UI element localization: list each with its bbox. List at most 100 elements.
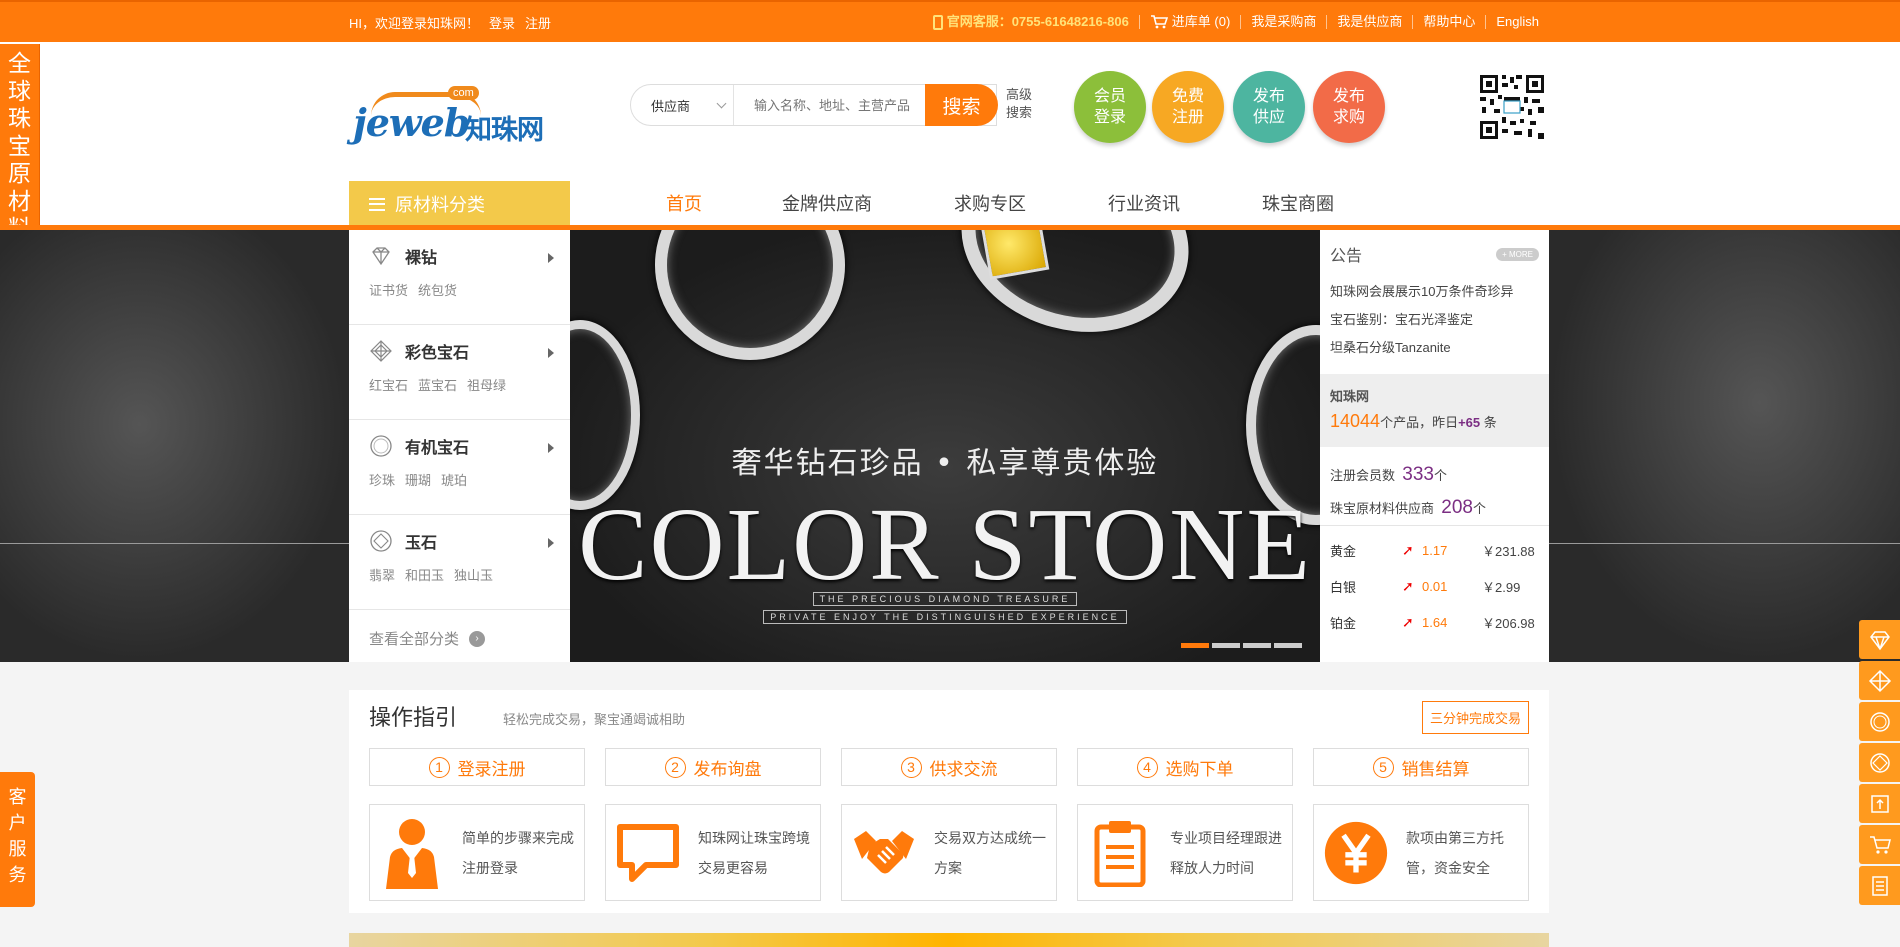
category-sub[interactable]: 蓝宝石 xyxy=(418,375,457,394)
category-title: 彩色宝石 xyxy=(405,345,470,362)
step-card: 专业项目经理跟进释放人力时间 xyxy=(1077,804,1293,901)
step-tab[interactable]: 2 发布询盘 xyxy=(605,748,821,786)
category-sub[interactable]: 珍珠 xyxy=(369,470,395,489)
free-register-button[interactable]: 免费 注册 xyxy=(1152,71,1224,143)
member-login-button[interactable]: 会员 登录 xyxy=(1074,71,1146,143)
category-sub[interactable]: 红宝石 xyxy=(369,375,408,394)
chevron-right-icon xyxy=(548,538,554,548)
slider-pagination xyxy=(1181,643,1302,648)
category-title: 有机宝石 xyxy=(405,440,470,457)
three-minute-button[interactable]: 三分钟完成交易 xyxy=(1421,701,1529,734)
category-item[interactable]: 有机宝石 珍珠 珊瑚 琥珀 xyxy=(349,420,570,515)
category-sub[interactable]: 珊瑚 xyxy=(405,470,431,489)
buyer-link[interactable]: 我是采购商 xyxy=(1251,15,1316,29)
more-button[interactable]: + MORE xyxy=(1496,247,1539,261)
publish-supply-button[interactable]: 发布 供应 xyxy=(1233,71,1305,143)
toolbar-jade-button[interactable] xyxy=(1859,743,1900,782)
step-tab[interactable]: 4 选购下单 xyxy=(1077,748,1293,786)
help-link[interactable]: 帮助中心 xyxy=(1423,15,1475,29)
search-bar: 供应商 搜索 xyxy=(630,84,998,126)
nav-news[interactable]: 行业资讯 xyxy=(1108,181,1180,225)
main-nav: 首页 金牌供应商 求购专区 行业资讯 珠宝商圈 xyxy=(570,181,1334,225)
advanced-search-label-2: 搜索 xyxy=(1006,105,1033,120)
toolbar-list-button[interactable] xyxy=(1859,866,1900,905)
product-stats: 知珠网 14044个产品，昨日+65 条 xyxy=(1320,374,1549,447)
nav-home[interactable]: 首页 xyxy=(666,181,702,225)
step-number: 2 xyxy=(664,756,686,778)
category-sub[interactable]: 独山玉 xyxy=(454,565,493,584)
pearl-icon xyxy=(1869,711,1890,732)
cart-link[interactable]: 进库单 (0) xyxy=(1138,14,1241,29)
operation-guide: 操作指引 轻松完成交易，聚宝通竭诚相助 三分钟完成交易 1 登录注册 2 发布询盘 … xyxy=(349,690,1549,913)
cart-label: 进库单 (0) xyxy=(1171,14,1231,29)
step-number: 4 xyxy=(1136,756,1158,778)
view-all-categories-link[interactable]: 查看全部分类 › xyxy=(349,610,570,649)
advanced-search-label-1: 高级 xyxy=(1006,87,1033,102)
toolbar-diamond-button[interactable] xyxy=(1859,620,1900,659)
phone-icon xyxy=(932,14,943,30)
category-sub[interactable]: 和田玉 xyxy=(405,565,444,584)
nav-purchase[interactable]: 求购专区 xyxy=(954,181,1026,225)
member-counts: 注册会员数 333个 珠宝原材料供应商 208个 xyxy=(1320,447,1549,526)
toolbar-box-button[interactable] xyxy=(1859,784,1900,823)
site-logo[interactable]: com jeweb 知珠网 xyxy=(353,86,548,145)
announcement-item[interactable]: 宝石鉴别：宝石光泽鉴定 xyxy=(1330,306,1539,334)
toolbar-cart-button[interactable] xyxy=(1859,825,1900,864)
search-scope-select[interactable]: 供应商 xyxy=(631,85,734,125)
product-count: 14044 xyxy=(1330,411,1381,431)
category-sub[interactable]: 琥珀 xyxy=(441,470,467,489)
product-increase-unit: 条 xyxy=(1483,415,1497,430)
announcement-title: 公告 xyxy=(1330,248,1363,265)
english-link[interactable]: English xyxy=(1496,15,1539,29)
slider-subline-2: PRIVATE ENJOY THE DISTINGUISHED EXPERIEN… xyxy=(763,610,1127,624)
category-menu: 裸钻 证书货 统包货 彩色宝石 红宝石 蓝宝石 祖母绿 有机宝石 珍珠 珊瑚 琥… xyxy=(349,230,570,662)
category-sub[interactable]: 翡翠 xyxy=(369,565,395,584)
category-item[interactable]: 裸钻 证书货 统包货 xyxy=(349,230,570,325)
menu-icon xyxy=(369,197,385,211)
slider-dot[interactable] xyxy=(1181,643,1209,648)
info-panel: 公告 + MORE 知珠网会展展示10万条件奇珍异 宝石鉴别：宝石光泽鉴定 坦桑… xyxy=(1320,230,1549,662)
step-tab[interactable]: 5 销售结算 xyxy=(1313,748,1529,786)
toolbar-gem-button[interactable] xyxy=(1859,661,1900,700)
step-tab[interactable]: 1 登录注册 xyxy=(369,748,585,786)
customer-service-tab[interactable]: 客户服务 xyxy=(0,772,35,907)
category-menu-label: 原材料分类 xyxy=(395,195,485,215)
category-sub[interactable]: 证书货 xyxy=(369,280,408,299)
category-sub[interactable]: 统包货 xyxy=(418,280,457,299)
publish-supply-label-1: 发布 xyxy=(1252,88,1285,105)
yen-icon xyxy=(1324,821,1388,884)
hero-slider[interactable]: 奢华钻石珍品 • 私享尊贵体验 COLOR STONE THE PRECIOUS… xyxy=(570,230,1320,662)
nav-gold-suppliers[interactable]: 金牌供应商 xyxy=(782,181,872,225)
metal-name: 黄金 xyxy=(1330,543,1357,559)
search-input[interactable] xyxy=(734,86,934,124)
register-link[interactable]: 注册 xyxy=(525,13,551,32)
slider-dot[interactable] xyxy=(1274,643,1302,648)
product-unit: 个产品，昨日 xyxy=(1380,415,1459,430)
step-label: 销售结算 xyxy=(1401,759,1470,779)
search-button[interactable]: 搜索 xyxy=(925,84,998,126)
price-change: 1.17 xyxy=(1422,542,1448,558)
gem-icon xyxy=(370,340,392,362)
step-card: 简单的步骤来完成注册登录 xyxy=(369,804,585,901)
publish-supply-label-2: 供应 xyxy=(1252,109,1285,126)
step-tab[interactable]: 3 供求交流 xyxy=(841,748,1057,786)
category-sub[interactable]: 祖母绿 xyxy=(467,375,506,394)
toolbar-pearl-button[interactable] xyxy=(1859,702,1900,741)
member-login-label-1: 会员 xyxy=(1093,88,1126,105)
top-bar: HI，欢迎登录知珠网！ 登录 注册 官网客服：0755-61648216-806… xyxy=(0,0,1900,42)
supplier-link[interactable]: 我是供应商 xyxy=(1337,15,1402,29)
nav-jewelry-circle[interactable]: 珠宝商圈 xyxy=(1262,181,1334,225)
slider-dot[interactable] xyxy=(1243,643,1271,648)
announcement-item[interactable]: 知珠网会展展示10万条件奇珍异 xyxy=(1330,278,1539,306)
category-item[interactable]: 彩色宝石 红宝石 蓝宝石 祖母绿 xyxy=(349,325,570,420)
price-value: ￥206.98 xyxy=(1482,615,1535,631)
login-link[interactable]: 登录 xyxy=(489,13,515,32)
advanced-search-link[interactable]: 高级 搜索 xyxy=(1006,86,1032,122)
list-icon xyxy=(1871,875,1888,896)
announcement-item[interactable]: 坦桑石分级Tanzanite xyxy=(1330,334,1539,362)
category-item[interactable]: 玉石 翡翠 和田玉 独山玉 xyxy=(349,515,570,610)
slider-dot[interactable] xyxy=(1212,643,1240,648)
category-title: 裸钻 xyxy=(405,250,438,267)
publish-purchase-button[interactable]: 发布 求购 xyxy=(1313,71,1385,143)
category-menu-title[interactable]: 原材料分类 xyxy=(349,181,570,227)
